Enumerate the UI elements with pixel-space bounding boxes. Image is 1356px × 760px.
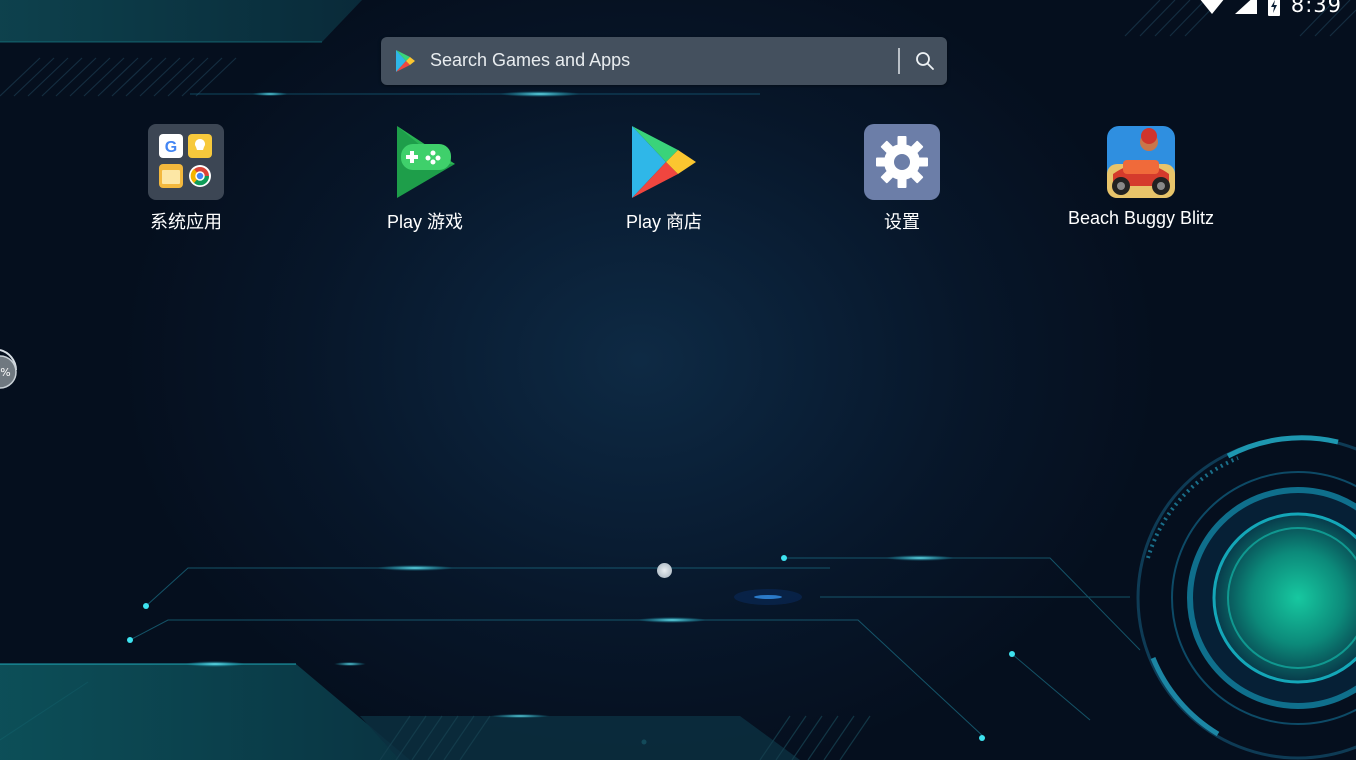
app-label: 设置 (884, 212, 920, 232)
app-settings[interactable]: 设置 (812, 124, 992, 234)
clock: 8:39 (1290, 0, 1342, 17)
search-icon[interactable] (914, 50, 936, 72)
play-store-icon (626, 124, 702, 200)
status-bar: 8:39 (1199, 0, 1342, 18)
settings-gear-icon (864, 124, 940, 200)
search-bar[interactable]: Search Games and Apps (381, 37, 947, 85)
search-input[interactable]: Search Games and Apps (430, 50, 630, 71)
play-games-icon (387, 124, 463, 200)
background-decoration (0, 0, 1356, 760)
floating-progress-widget[interactable]: 0% (0, 348, 18, 394)
battery-charging-icon (1267, 0, 1280, 16)
app-label: Play 游戏 (386, 212, 464, 232)
app-label: Play 商店 (625, 212, 703, 232)
app-label: 系统应用 (150, 212, 222, 232)
cell-signal-icon (1234, 0, 1257, 14)
svg-text:G: G (165, 139, 177, 156)
app-play-store[interactable]: Play 商店 (574, 124, 754, 234)
app-play-games[interactable]: Play 游戏 (335, 124, 515, 234)
play-store-icon (396, 50, 415, 72)
widget-percent: 0% (0, 366, 11, 379)
app-label: Beach Buggy Blitz (1067, 208, 1215, 228)
wifi-icon (1200, 0, 1224, 14)
app-beach-buggy-blitz[interactable]: Beach Buggy Blitz (1051, 124, 1231, 229)
search-divider (898, 48, 900, 74)
beach-buggy-blitz-icon (1103, 124, 1179, 200)
system-apps-folder-icon: G (148, 124, 224, 200)
app-system-apps[interactable]: G 系统应用 (96, 124, 276, 234)
cursor-indicator (657, 563, 672, 578)
